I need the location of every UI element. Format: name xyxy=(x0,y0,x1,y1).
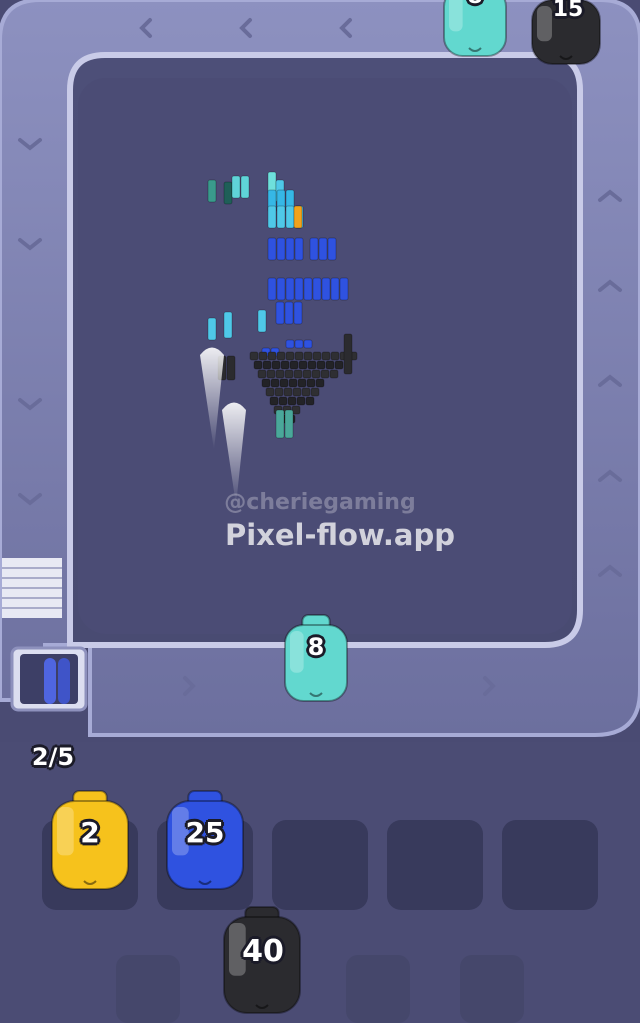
watermark-handle: @cheriegaming xyxy=(224,490,416,515)
belt-shooter-count: 8 xyxy=(307,633,325,661)
belt-shooter-count: 15 xyxy=(552,0,584,22)
belt-capacity-counter: 2/5 xyxy=(31,743,75,771)
watermark-site: Pixel-flow.app xyxy=(224,518,455,552)
slot-shooter-count: 25 xyxy=(185,816,225,849)
belt-shooter-count: 8 xyxy=(445,0,505,9)
belt-entry-gate xyxy=(2,558,62,618)
queue-shooter-count: 40 xyxy=(242,934,284,969)
empty-slot[interactable] xyxy=(502,820,598,910)
empty-slot[interactable] xyxy=(272,820,368,910)
belt-capacity-box xyxy=(10,646,88,712)
slot-shooter-count: 2 xyxy=(80,816,100,849)
empty-slot[interactable] xyxy=(387,820,483,910)
